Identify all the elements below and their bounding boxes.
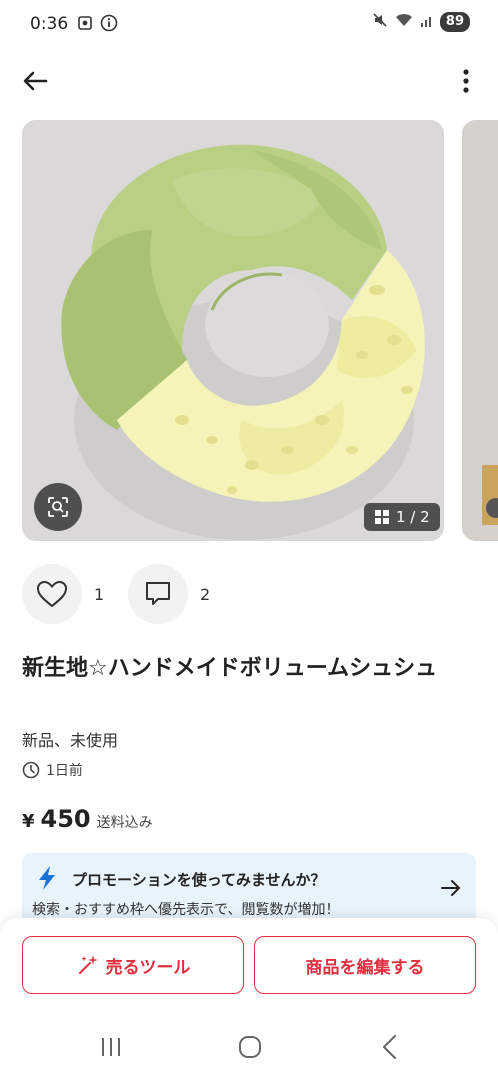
- product-photo[interactable]: [22, 120, 444, 541]
- like-button[interactable]: [22, 564, 82, 624]
- image-counter-label: 1 / 2: [396, 508, 430, 526]
- visual-search-button[interactable]: [34, 483, 82, 531]
- mute-icon: [372, 12, 388, 32]
- system-navigation-bar: [0, 1018, 498, 1080]
- item-condition: 新品、未使用: [22, 731, 119, 750]
- back-button[interactable]: [18, 64, 52, 98]
- arrow-right-icon: [441, 880, 460, 896]
- signal-icon: [420, 13, 434, 32]
- visual-search-icon: [48, 497, 68, 517]
- lightning-icon: [39, 866, 55, 890]
- sell-tool-label: 売るツール: [105, 957, 191, 978]
- sell-tool-button[interactable]: 売るツール: [22, 936, 244, 994]
- next-photo-preview[interactable]: [462, 120, 498, 541]
- image-counter[interactable]: 1 / 2: [364, 503, 440, 531]
- screenshot-icon: [76, 14, 94, 36]
- sparkle-wand-icon: [78, 955, 98, 974]
- comment-count: 2: [200, 585, 211, 604]
- comment-icon: [146, 582, 170, 605]
- info-icon: [100, 14, 118, 36]
- status-time: 0:36: [30, 14, 69, 34]
- battery-icon: 89: [439, 12, 470, 32]
- comment-button[interactable]: [128, 564, 188, 624]
- like-count: 1: [94, 585, 105, 604]
- home-icon[interactable]: [238, 1035, 262, 1059]
- status-icons-left: [76, 14, 118, 36]
- system-back-icon[interactable]: [380, 1034, 398, 1060]
- item-price: 450: [40, 805, 91, 833]
- more-options-button[interactable]: [454, 64, 478, 98]
- wifi-icon: [394, 12, 414, 32]
- promotion-subtitle: 検索・おすすめ枠へ優先表示で、閲覧数が増加！: [32, 902, 340, 918]
- back-arrow-icon: [23, 71, 48, 91]
- heart-icon: [36, 580, 68, 608]
- posted-time-label: 1日前: [46, 763, 83, 779]
- currency-symbol: ¥: [22, 811, 35, 832]
- promotion-title: プロモーションを使ってみませんか？: [72, 871, 326, 889]
- more-vert-icon: [463, 69, 469, 93]
- edit-item-button[interactable]: 商品を編集する: [254, 936, 476, 994]
- edit-item-label: 商品を編集する: [305, 957, 425, 978]
- item-title: 新生地☆ハンドメイドボリュームシュシュ: [22, 656, 438, 681]
- clock-icon: [22, 761, 40, 779]
- posted-time: 1日前: [22, 760, 83, 780]
- recent-apps-icon[interactable]: [100, 1036, 122, 1058]
- status-icons-right: 89: [372, 12, 470, 32]
- shipping-label: 送料込み: [96, 815, 153, 831]
- price-row: ¥ 450 送料込み: [22, 805, 153, 833]
- grid-icon: [375, 510, 389, 524]
